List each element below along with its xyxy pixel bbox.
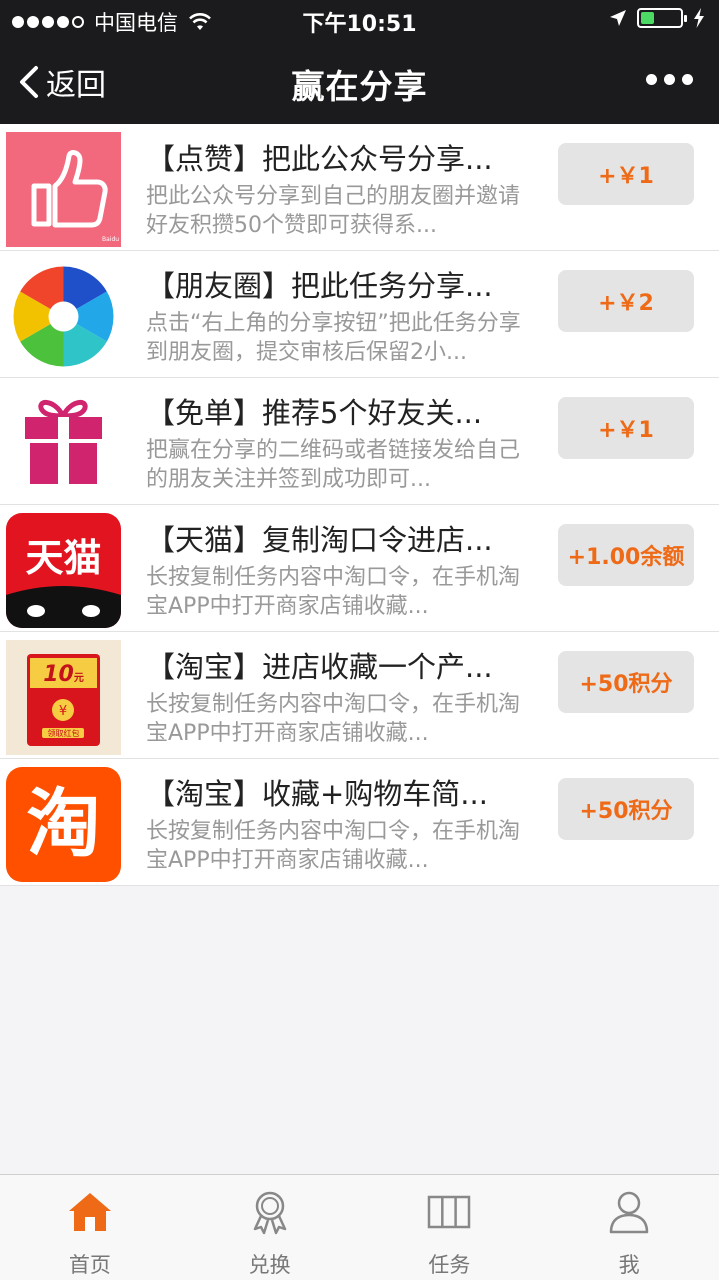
task-title: 【免单】推荐5个好友关... <box>146 396 483 430</box>
red-envelope-icon: ¥ 10元 领取红包 <box>6 640 121 755</box>
envelope-amount-value: 10 <box>43 662 74 687</box>
task-title: 【朋友圈】把此任务分享... <box>146 269 493 303</box>
tab-redeem[interactable]: 兑换 <box>180 1175 360 1280</box>
reward-button[interactable]: +￥1 <box>558 397 694 459</box>
location-arrow-icon <box>610 10 626 26</box>
task-title: 【淘宝】进店收藏一个产... <box>146 650 493 684</box>
battery-icon <box>637 8 687 28</box>
task-description: 把此公众号分享到自己的朋友圈并邀请好友积攒50个赞即可获得系... <box>146 184 521 238</box>
tmall-icon-text: 天猫 <box>25 536 102 580</box>
user-icon <box>609 1191 649 1234</box>
tab-tasks[interactable]: 任务 <box>360 1175 540 1280</box>
status-right <box>609 8 705 28</box>
task-item[interactable]: ¥ 10元 领取红包 【淘宝】进店收藏一个产... 长按复制任务内容中淘口令，在… <box>0 632 719 759</box>
reward-button[interactable]: +50积分 <box>558 651 694 713</box>
envelope-amount: 10元 <box>6 662 121 687</box>
aperture-icon <box>6 259 121 374</box>
reward-button[interactable]: +1.00余额 <box>558 524 694 586</box>
task-item[interactable]: 【朋友圈】把此任务分享... 点击“右上角的分享按钮”把此任务分享到朋友圈，提交… <box>0 251 719 378</box>
task-description: 把赢在分享的二维码或者链接发给自己的朋友关注并签到成功即可... <box>146 438 521 492</box>
thumbs-up-icon: Baidu <box>6 132 121 247</box>
taobao-icon-text: 淘 <box>26 781 101 867</box>
more-dot-icon <box>664 74 675 85</box>
task-item[interactable]: 淘 【淘宝】收藏+购物车简... 长按复制任务内容中淘口令，在手机淘宝APP中打… <box>0 759 719 886</box>
svg-text:¥: ¥ <box>59 704 67 719</box>
medal-icon <box>253 1191 286 1235</box>
task-list: Baidu 【点赞】把此公众号分享... 把此公众号分享到自己的朋友圈并邀请好友… <box>0 124 719 886</box>
task-title: 【天猫】复制淘口令进店... <box>146 523 493 557</box>
home-icon <box>68 1193 111 1231</box>
envelope-amount-unit: 元 <box>73 673 84 684</box>
task-item[interactable]: 天猫 【天猫】复制淘口令进店... 长按复制任务内容中淘口令，在手机淘宝APP中… <box>0 505 719 632</box>
battery-level <box>641 12 655 24</box>
reward-button[interactable]: +￥1 <box>558 143 694 205</box>
svg-text:Baidu: Baidu <box>102 236 119 243</box>
reward-button[interactable]: +50积分 <box>558 778 694 840</box>
tab-label: 首页 <box>68 1253 111 1277</box>
phone-screen: 中国电信 下午10:51 返回 赢在分享 Baidu 【点赞】把此公众号分享..… <box>0 0 719 1280</box>
gift-icon <box>6 386 121 501</box>
tab-me[interactable]: 我 <box>539 1175 719 1280</box>
page-title: 赢在分享 <box>291 67 428 106</box>
envelope-caption: 领取红包 <box>47 729 80 738</box>
task-description: 长按复制任务内容中淘口令，在手机淘宝APP中打开商家店铺收藏... <box>146 565 521 619</box>
task-description: 长按复制任务内容中淘口令，在手机淘宝APP中打开商家店铺收藏... <box>146 819 521 873</box>
task-item[interactable]: Baidu 【点赞】把此公众号分享... 把此公众号分享到自己的朋友圈并邀请好友… <box>0 124 719 251</box>
task-title: 【淘宝】收藏+购物车简... <box>146 777 488 811</box>
reward-button[interactable]: +￥2 <box>558 270 694 332</box>
tab-label: 我 <box>618 1253 640 1277</box>
tab-label: 兑换 <box>248 1253 291 1277</box>
columns-icon <box>428 1195 471 1229</box>
status-bar: 中国电信 下午10:51 <box>0 0 719 40</box>
tmall-icon: 天猫 <box>6 513 121 628</box>
tab-label: 任务 <box>428 1253 471 1277</box>
charging-bolt-icon <box>694 8 704 28</box>
tab-home[interactable]: 首页 <box>0 1175 180 1280</box>
task-title: 【点赞】把此公众号分享... <box>146 142 493 176</box>
task-item[interactable]: 【免单】推荐5个好友关... 把赢在分享的二维码或者链接发给自己的朋友关注并签到… <box>0 378 719 505</box>
taobao-icon: 淘 <box>6 767 121 882</box>
navigation-bar: 返回 赢在分享 <box>0 40 719 124</box>
more-dot-icon <box>646 74 657 85</box>
task-description: 点击“右上角的分享按钮”把此任务分享到朋友圈，提交审核后保留2小... <box>146 311 521 365</box>
tab-bar: 首页 兑换 任务 我 <box>0 1174 719 1280</box>
more-dot-icon <box>682 74 693 85</box>
more-button[interactable] <box>646 74 693 85</box>
task-description: 长按复制任务内容中淘口令，在手机淘宝APP中打开商家店铺收藏... <box>146 692 521 746</box>
